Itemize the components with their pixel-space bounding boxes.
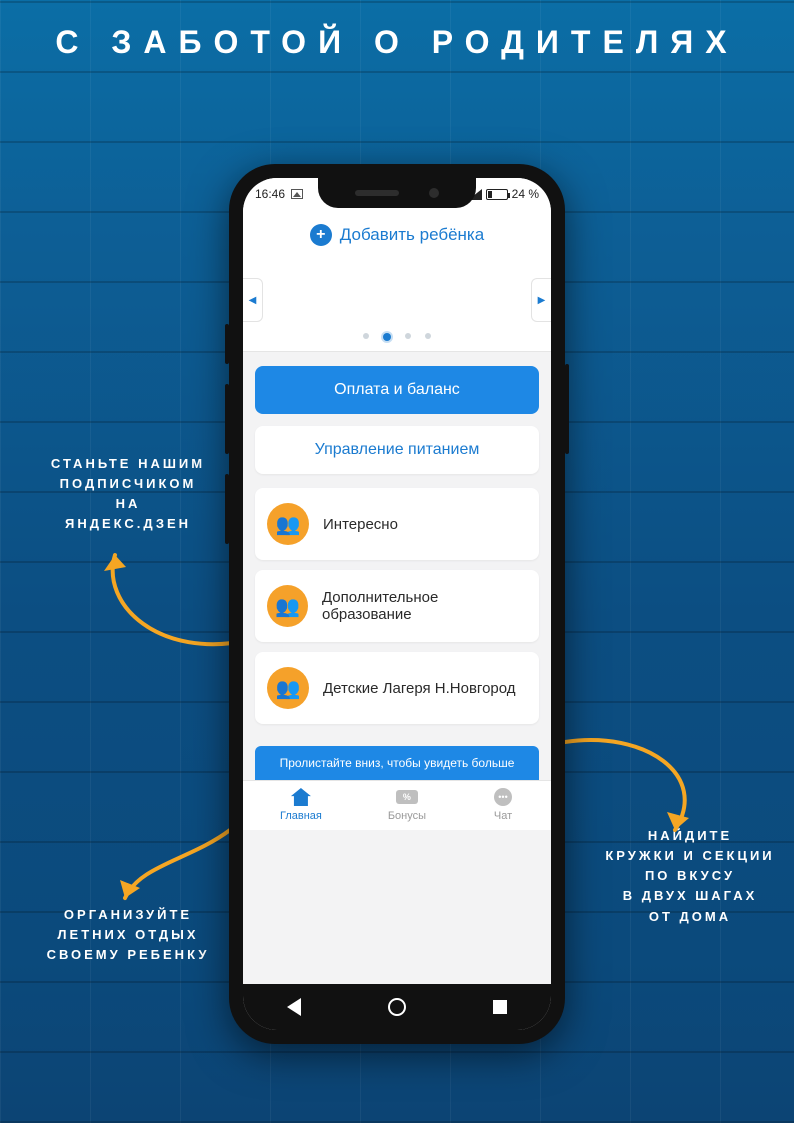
row-education[interactable]: 👥 Дополнительное образование	[255, 570, 539, 642]
callout-vacation: ОРГАНИЗУЙТЕ ЛЕТНИХ ОТДЫХ СВОЕМУ РЕБЕНКУ	[28, 905, 228, 965]
balance-button[interactable]: Оплата и баланс	[255, 366, 539, 414]
row-label: Детские Лагеря Н.Новгород	[323, 680, 516, 697]
picture-icon	[291, 189, 303, 199]
phone-side-button	[225, 324, 229, 364]
carousel-dot[interactable]	[363, 333, 369, 339]
tab-chat[interactable]: Чат	[492, 787, 514, 822]
tab-label: Главная	[280, 810, 322, 822]
phone-mockup: 16:46 24 % + Добавить ребёнка ◀ ▶	[229, 164, 565, 1044]
row-label: Интересно	[323, 516, 398, 533]
carousel-dots	[243, 333, 551, 341]
status-time: 16:46	[255, 187, 285, 201]
people-icon: 👥	[267, 667, 309, 709]
ticket-icon	[396, 787, 418, 807]
carousel-dot[interactable]	[405, 333, 411, 339]
phone-side-button	[225, 474, 229, 544]
callout-clubs: НАЙДИТЕ КРУЖКИ И СЕКЦИИ ПО ВКУСУ В ДВУХ …	[595, 826, 785, 927]
carousel-next-button[interactable]: ▶	[531, 278, 551, 322]
plus-icon: +	[310, 224, 332, 246]
arrow-clubs-icon	[555, 720, 725, 840]
add-child-button[interactable]: + Добавить ребёнка	[243, 210, 551, 256]
chat-icon	[492, 787, 514, 807]
home-icon	[290, 787, 312, 807]
add-child-label: Добавить ребёнка	[340, 225, 484, 245]
carousel-dot-active[interactable]	[383, 333, 391, 341]
row-camps[interactable]: 👥 Детские Лагеря Н.Новгород	[255, 652, 539, 724]
people-icon: 👥	[267, 503, 309, 545]
phone-notch	[318, 178, 476, 208]
row-label: Дополнительное образование	[322, 589, 527, 623]
tab-label: Бонусы	[388, 810, 426, 822]
tab-bonuses[interactable]: Бонусы	[388, 787, 426, 822]
battery-icon	[486, 189, 508, 200]
callout-subscribe: СТАНЬТЕ НАШИМ ПОДПИСЧИКОМ НА ЯНДЕКС.ДЗЕН	[33, 454, 223, 535]
phone-side-button	[565, 364, 569, 454]
nav-home-icon[interactable]	[388, 998, 406, 1016]
page-title: С ЗАБОТОЙ О РОДИТЕЛЯХ	[0, 24, 794, 61]
android-nav-bar	[243, 984, 551, 1030]
tab-home[interactable]: Главная	[280, 787, 322, 822]
carousel-prev-button[interactable]: ◀	[243, 278, 263, 322]
people-icon: 👥	[267, 585, 308, 627]
child-carousel[interactable]: ◀ ▶	[243, 256, 551, 352]
phone-screen: 16:46 24 % + Добавить ребёнка ◀ ▶	[243, 178, 551, 1030]
nav-back-icon[interactable]	[287, 998, 301, 1016]
meals-button[interactable]: Управление питанием	[255, 426, 539, 474]
phone-side-button	[225, 384, 229, 454]
status-battery: 24 %	[512, 187, 539, 201]
tab-label: Чат	[494, 810, 512, 822]
row-interesting[interactable]: 👥 Интересно	[255, 488, 539, 560]
tab-bar: Главная Бонусы Чат	[243, 780, 551, 830]
app-content: + Добавить ребёнка ◀ ▶ Оплата и баланс У…	[243, 210, 551, 984]
carousel-dot[interactable]	[425, 333, 431, 339]
nav-recent-icon[interactable]	[493, 1000, 507, 1014]
scroll-hint: Пролистайте вниз, чтобы увидеть больше	[255, 746, 539, 780]
